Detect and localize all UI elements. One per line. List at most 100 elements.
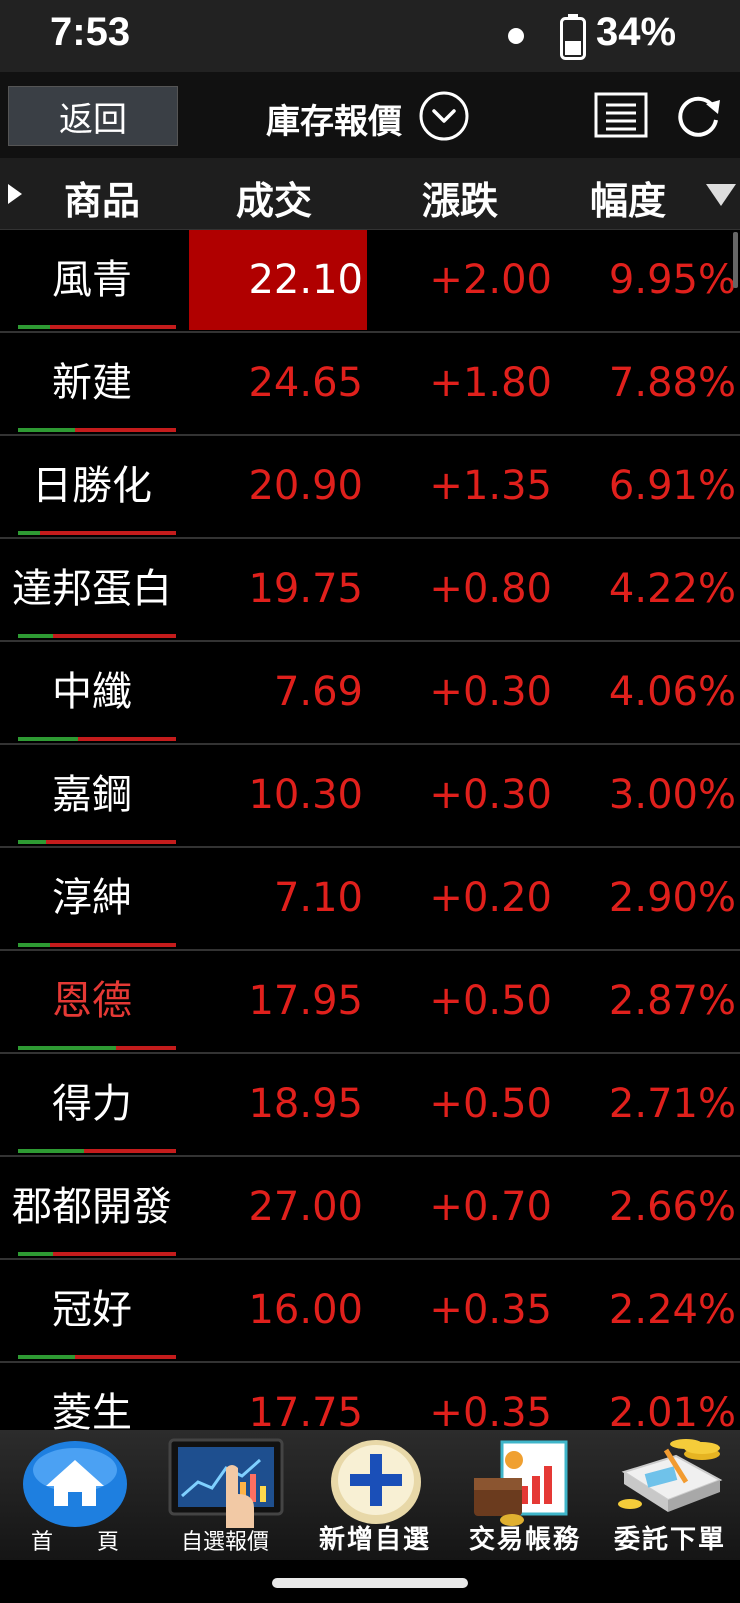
battery-level: 34%	[596, 10, 677, 54]
stock-name: 新建	[52, 360, 132, 406]
quote-table-header: 商品 成交 漲跌 幅度	[0, 158, 740, 230]
nav-trading-account[interactable]: 交易帳務	[450, 1430, 600, 1560]
nav-label: 委託下單	[613, 1525, 726, 1555]
stock-name: 恩德	[52, 978, 132, 1024]
last-price: 20.90	[248, 463, 363, 509]
quote-row[interactable]: 風青 22.10 +2.00 9.95%	[0, 230, 740, 333]
last-price: 17.95	[248, 978, 363, 1024]
order-icon	[618, 1439, 723, 1512]
price-change: +0.20	[429, 875, 552, 921]
last-price: 7.69	[273, 669, 363, 715]
home-indicator[interactable]	[272, 1578, 468, 1588]
chevron-down-icon[interactable]	[418, 90, 470, 142]
bid-ask-ratio-bar	[18, 1252, 176, 1256]
notification-dot-icon	[508, 28, 524, 44]
stock-name: 郡都開發	[12, 1184, 172, 1230]
price-change: +1.35	[429, 463, 552, 509]
stock-name: 淳紳	[52, 875, 132, 921]
quote-row[interactable]: 新建 24.65 +1.80 7.88%	[0, 333, 740, 436]
price-change: +2.00	[429, 257, 552, 303]
stock-name: 嘉鋼	[52, 772, 132, 818]
quote-row[interactable]: 菱生 17.75 +0.35 2.01%	[0, 1363, 740, 1430]
bid-ask-ratio-bar	[18, 1355, 176, 1359]
price-change: +0.35	[429, 1390, 552, 1430]
stock-name: 風青	[52, 257, 132, 303]
battery-icon	[560, 14, 586, 60]
home-icon	[23, 1441, 127, 1527]
price-change: +0.80	[429, 566, 552, 612]
percent-change: 4.06%	[608, 669, 736, 715]
nav-home[interactable]: 首 頁	[0, 1430, 150, 1560]
quote-row[interactable]: 恩德 17.95 +0.50 2.87%	[0, 951, 740, 1054]
last-price: 24.65	[248, 360, 363, 406]
column-header-change[interactable]: 漲跌	[422, 170, 498, 225]
percent-change: 2.66%	[608, 1184, 736, 1230]
percent-change: 2.90%	[608, 875, 736, 921]
last-price: 7.10	[273, 875, 363, 921]
bid-ask-ratio-bar	[18, 1046, 176, 1050]
price-change: +0.50	[429, 1081, 552, 1127]
quote-row[interactable]: 得力 18.95 +0.50 2.71%	[0, 1054, 740, 1157]
scrollbar[interactable]	[733, 232, 738, 288]
nav-place-order[interactable]: 委託下單	[600, 1430, 740, 1560]
stock-name: 中纖	[52, 669, 132, 715]
sort-down-icon[interactable]	[706, 184, 736, 206]
quote-list: 風青 22.10 +2.00 9.95% 新建 24.65 +1.80 7.88% 日勝化 20.…	[0, 230, 740, 1430]
price-change: +0.35	[429, 1287, 552, 1333]
list-icon[interactable]	[594, 92, 648, 138]
last-price: 17.75	[248, 1390, 363, 1430]
nav-label: 自選報價	[180, 1530, 269, 1555]
expand-right-icon[interactable]	[8, 184, 22, 204]
last-price: 18.95	[248, 1081, 363, 1127]
stock-name: 冠好	[52, 1287, 132, 1333]
column-header-price[interactable]: 成交	[236, 170, 312, 225]
quote-row[interactable]: 郡都開發 27.00 +0.70 2.66%	[0, 1157, 740, 1260]
bid-ask-ratio-bar	[18, 1149, 176, 1153]
stock-name: 得力	[52, 1081, 132, 1127]
price-change: +0.70	[429, 1184, 552, 1230]
column-header-percent[interactable]: 幅度	[590, 170, 666, 225]
last-price: 16.00	[248, 1287, 363, 1333]
status-bar: 7:53 34%	[0, 0, 740, 72]
percent-change: 2.71%	[608, 1081, 736, 1127]
column-header-product[interactable]: 商品	[64, 170, 140, 225]
stock-name: 達邦蛋白	[12, 566, 172, 612]
percent-change: 3.00%	[608, 772, 736, 818]
nav-add-watchlist[interactable]: 新增自選	[300, 1430, 450, 1560]
bid-ask-ratio-bar	[18, 325, 176, 329]
quote-row[interactable]: 淳紳 7.10 +0.20 2.90%	[0, 848, 740, 951]
status-time: 7:53	[50, 10, 131, 54]
percent-change: 7.88%	[608, 360, 736, 406]
nav-label: 新增自選	[318, 1525, 431, 1555]
price-change: +0.50	[429, 978, 552, 1024]
price-change: +0.30	[429, 669, 552, 715]
last-price: 19.75	[248, 566, 363, 612]
quote-row[interactable]: 達邦蛋白 19.75 +0.80 4.22%	[0, 539, 740, 642]
bid-ask-ratio-bar	[18, 943, 176, 947]
quote-row[interactable]: 中纖 7.69 +0.30 4.06%	[0, 642, 740, 745]
percent-change: 2.01%	[608, 1390, 736, 1430]
add-icon	[331, 1440, 421, 1524]
nav-watchlist-quotes[interactable]: 自選報價	[150, 1430, 300, 1560]
price-change: +1.80	[429, 360, 552, 406]
bottom-nav: 首 頁 自選報價 新增自選 交易帳務 委託下單	[0, 1430, 740, 1560]
back-button[interactable]: 返回	[8, 86, 178, 146]
page-title[interactable]: 庫存報價	[266, 94, 402, 143]
bid-ask-ratio-bar	[18, 634, 176, 638]
quote-row[interactable]: 冠好 16.00 +0.35 2.24%	[0, 1260, 740, 1363]
last-price: 10.30	[248, 772, 363, 818]
last-price: 22.10	[189, 230, 367, 330]
nav-label: 交易帳務	[468, 1525, 581, 1555]
refresh-icon[interactable]	[672, 90, 724, 142]
quote-row[interactable]: 嘉鋼 10.30 +0.30 3.00%	[0, 745, 740, 848]
bid-ask-ratio-bar	[18, 737, 176, 741]
percent-change: 2.24%	[608, 1287, 736, 1333]
toolbar: 返回 庫存報價	[0, 72, 740, 158]
quote-row[interactable]: 日勝化 20.90 +1.35 6.91%	[0, 436, 740, 539]
percent-change: 4.22%	[608, 566, 736, 612]
nav-label: 首 頁	[30, 1530, 119, 1555]
percent-change: 9.95%	[608, 257, 736, 303]
bid-ask-ratio-bar	[18, 840, 176, 844]
wallet-report-icon	[474, 1440, 568, 1526]
percent-change: 6.91%	[608, 463, 736, 509]
